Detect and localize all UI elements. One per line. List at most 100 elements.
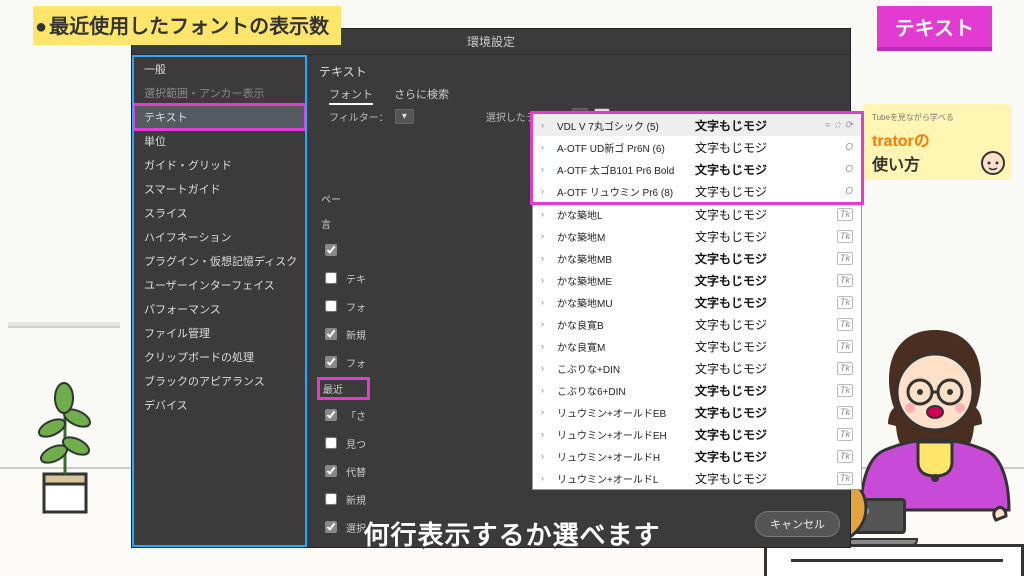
- expand-arrow-icon: ›: [541, 429, 549, 439]
- text-option[interactable]: 言: [321, 216, 366, 231]
- tutorial-card: Tubeを見ながら学べる tratorの 使い方: [862, 104, 1012, 180]
- font-dropdown-popover: ›VDL V 7丸ゴシック (5)文字もじモジ≈ ☆ ⟳ › A-OTF UD新ゴ …: [532, 113, 862, 490]
- expand-arrow-icon: ›: [541, 209, 549, 219]
- sidebar-item[interactable]: ファイル管理: [134, 321, 305, 345]
- option-checkbox[interactable]: [325, 493, 337, 505]
- font-row[interactable]: ›かな築地MB文字もじモジTk: [533, 247, 861, 269]
- text-option[interactable]: 新規: [321, 325, 366, 343]
- font-row[interactable]: ›リュウミン+オールドH文字もじモジTk: [533, 445, 861, 467]
- sidebar-item[interactable]: ガイド・グリッド: [134, 153, 305, 177]
- option-checkbox[interactable]: [325, 437, 337, 449]
- font-row[interactable]: ›VDL V 7丸ゴシック (5)文字もじモジ≈ ☆ ⟳: [533, 114, 861, 136]
- font-sample: 文字もじモジ: [695, 139, 805, 156]
- option-checkbox[interactable]: [325, 465, 337, 477]
- font-row[interactable]: ›A-OTF リュウミン Pr6 (8)文字もじモジO: [533, 180, 861, 202]
- font-row[interactable]: ›リュウミン+オールドL文字もじモジTk: [533, 467, 861, 489]
- font-row[interactable]: ›リュウミン+オールドEB文字もじモジTk: [533, 401, 861, 423]
- option-checkbox[interactable]: [325, 409, 337, 421]
- text-option[interactable]: 最近: [321, 381, 366, 396]
- font-name: かな築地MU: [557, 295, 687, 310]
- option-checkbox[interactable]: [325, 272, 337, 284]
- expand-arrow-icon: ›: [541, 142, 549, 152]
- sidebar-item[interactable]: パフォーマンス: [134, 297, 305, 321]
- sidebar-item[interactable]: デバイス: [134, 393, 305, 417]
- tab-more[interactable]: さらに検索: [394, 89, 449, 101]
- font-name: かな良寛M: [557, 339, 687, 354]
- font-row[interactable]: ›かな良寛B文字もじモジTk: [533, 313, 861, 335]
- option-checkbox[interactable]: [325, 244, 337, 256]
- text-option[interactable]: 選択: [321, 518, 366, 536]
- font-sample: 文字もじモジ: [695, 316, 805, 333]
- font-row[interactable]: ›かな良寛M文字もじモジTk: [533, 335, 861, 357]
- font-name: リュウミン+オールドEH: [557, 427, 687, 442]
- font-row[interactable]: ›かな築地MU文字もじモジTk: [533, 291, 861, 313]
- sidebar-item[interactable]: ブラックのアピアランス: [134, 369, 305, 393]
- font-row[interactable]: ›リュウミン+オールドEH文字もじモジTk: [533, 423, 861, 445]
- font-sample: 文字もじモジ: [695, 250, 805, 267]
- text-option[interactable]: 新規: [321, 490, 366, 508]
- font-row-tail: Tk: [813, 208, 853, 221]
- sidebar-item[interactable]: プラグイン・仮想記憶ディスク: [134, 249, 305, 273]
- font-row[interactable]: ›かな築地M文字もじモジTk: [533, 225, 861, 247]
- recent-fonts-section: ›VDL V 7丸ゴシック (5)文字もじモジ≈ ☆ ⟳ › A-OTF UD新ゴ …: [533, 114, 861, 202]
- option-checkbox[interactable]: [325, 300, 337, 312]
- desk-table: [764, 544, 1024, 576]
- sidebar-item[interactable]: 単位: [134, 129, 305, 153]
- font-row-tail: Tk: [813, 230, 853, 243]
- sidebar-item[interactable]: 一般: [134, 57, 305, 81]
- option-checkbox[interactable]: [325, 328, 337, 340]
- font-row[interactable]: › A-OTF UD新ゴ Pr6N (6) 文字もじモジ O: [533, 136, 861, 158]
- font-row-tail: Tk: [813, 296, 853, 309]
- font-sample: 文字もじモジ: [695, 426, 805, 443]
- option-checkbox[interactable]: [325, 521, 337, 533]
- font-sample: 文字もじモジ: [695, 272, 805, 289]
- font-row[interactable]: › かな築地L 文字もじモジ Tk: [533, 203, 861, 225]
- font-name: A-OTF リュウミン Pr6 (8): [557, 184, 687, 199]
- font-row[interactable]: ›こぶりな6+DIN文字もじモジTk: [533, 379, 861, 401]
- tab-font[interactable]: フォント: [329, 89, 373, 105]
- text-option[interactable]: 「さ: [321, 406, 366, 424]
- font-sample: 文字もじモジ: [695, 448, 805, 465]
- filter-all[interactable]: ▾: [395, 109, 414, 124]
- text-option[interactable]: テキ: [321, 269, 366, 287]
- option-checkbox[interactable]: [325, 356, 337, 368]
- expand-arrow-icon: ›: [541, 385, 549, 395]
- font-name: こぶりな6+DIN: [557, 383, 687, 398]
- font-name: A-OTF UD新ゴ Pr6N (6): [557, 140, 687, 155]
- font-row-tail: O: [813, 142, 853, 153]
- font-row[interactable]: ›A-OTF 太ゴB101 Pr6 Bold文字もじモジO: [533, 158, 861, 180]
- font-row-tail: Tk: [813, 274, 853, 287]
- sidebar-item[interactable]: テキスト: [134, 105, 305, 129]
- expand-arrow-icon: ›: [541, 253, 549, 263]
- wall-shelf: [8, 322, 120, 328]
- font-sample: 文字もじモジ: [695, 161, 805, 178]
- sidebar-item[interactable]: スライス: [134, 201, 305, 225]
- text-option[interactable]: 代替: [321, 462, 366, 480]
- sidebar-item[interactable]: スマートガイド: [134, 177, 305, 201]
- sidebar-item[interactable]: クリップボードの処理: [134, 345, 305, 369]
- all-fonts-section: ›かな築地L文字もじモジTk›かな築地M文字もじモジTk›かな築地MB文字もじモ…: [533, 203, 861, 489]
- font-row-tail: Tk: [813, 318, 853, 331]
- text-option[interactable]: [321, 241, 366, 259]
- text-option[interactable]: フォ: [321, 297, 366, 315]
- expand-arrow-icon: ›: [541, 363, 549, 373]
- font-sample: 文字もじモジ: [695, 206, 805, 223]
- text-option[interactable]: 見つ: [321, 434, 366, 452]
- font-name: かな築地L: [557, 207, 687, 222]
- font-row[interactable]: ›かな築地ME文字もじモジTk: [533, 269, 861, 291]
- font-row-tail: O: [813, 186, 853, 197]
- preferences-window: 環境設定 一般選択範囲・アンカー表示テキスト単位ガイド・グリッドスマートガイドス…: [131, 28, 851, 548]
- card-line2: 使い方: [872, 157, 920, 174]
- cancel-button[interactable]: キャンセル: [755, 511, 840, 537]
- panel-heading: テキスト: [319, 63, 838, 80]
- sidebar-item[interactable]: ユーザーインターフェイス: [134, 273, 305, 297]
- sidebar-item[interactable]: ハイフネーション: [134, 225, 305, 249]
- sidebar-item[interactable]: 選択範囲・アンカー表示: [134, 81, 305, 105]
- text-option[interactable]: ペー: [321, 191, 366, 206]
- expand-arrow-icon: ›: [541, 341, 549, 351]
- font-row-tail: Tk: [813, 472, 853, 485]
- page-title-pill: 最近使用したフォントの表示数: [33, 6, 341, 45]
- font-row[interactable]: ›こぶりな+DIN文字もじモジTk: [533, 357, 861, 379]
- text-option[interactable]: フォ: [321, 353, 366, 371]
- card-line1: tratorの: [872, 133, 930, 150]
